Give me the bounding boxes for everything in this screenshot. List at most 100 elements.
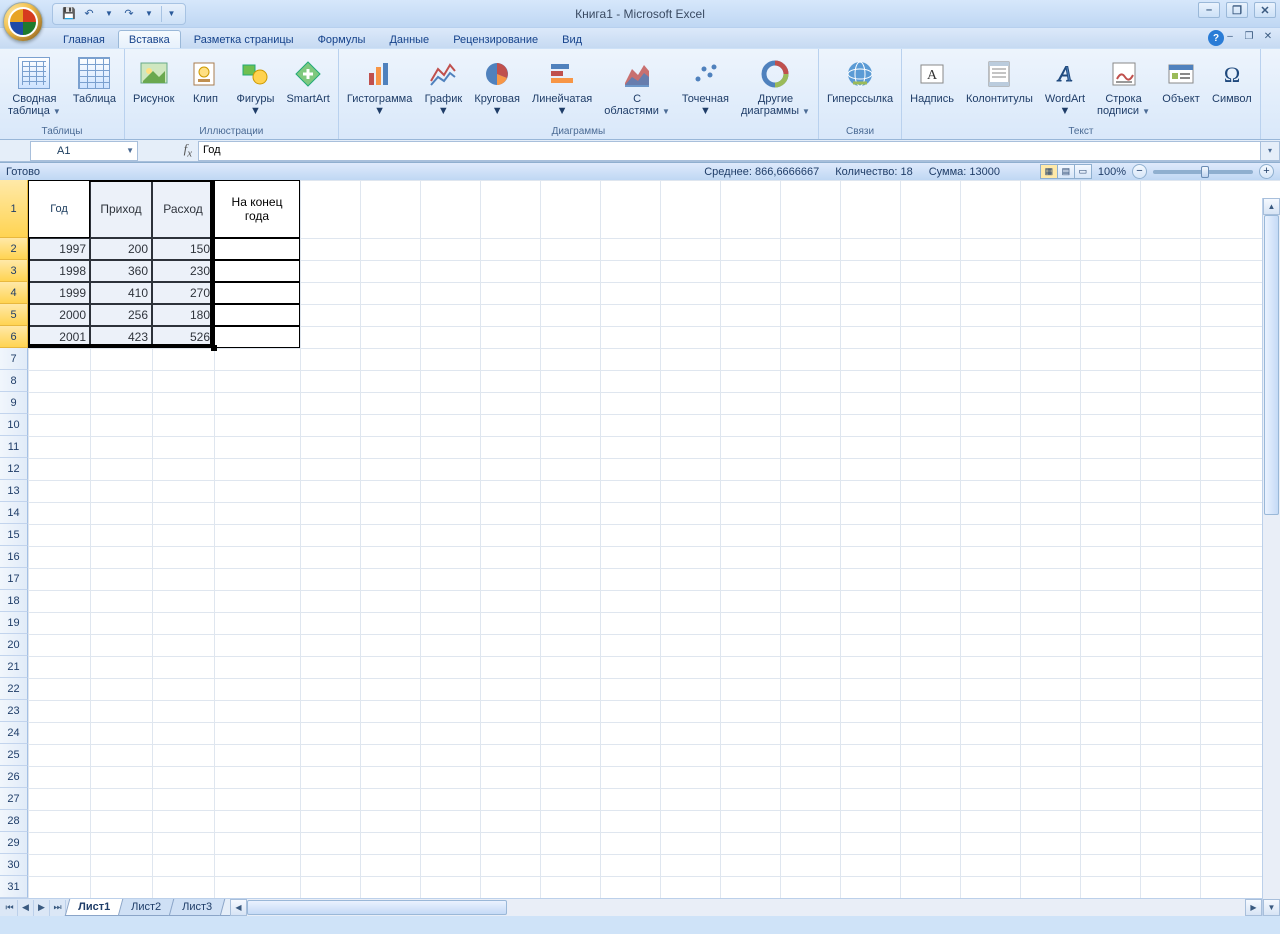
row-header-13[interactable]: 13: [0, 480, 28, 502]
cell-D5[interactable]: [214, 304, 300, 326]
ribbon-tab-вид[interactable]: Вид: [551, 30, 593, 48]
picture-button[interactable]: Рисунок: [128, 54, 180, 109]
symbol-button[interactable]: Ω Символ: [1207, 54, 1257, 109]
name-box[interactable]: A1 ▼: [30, 141, 138, 161]
row-header-7[interactable]: 7: [0, 348, 28, 370]
ribbon-tab-данные[interactable]: Данные: [378, 30, 440, 48]
row-header-25[interactable]: 25: [0, 744, 28, 766]
cell-A5[interactable]: 2000: [28, 304, 90, 326]
scroll-left-button[interactable]: ◀: [230, 899, 247, 916]
zoom-out-button[interactable]: −: [1132, 164, 1147, 179]
redo-drop[interactable]: ▼: [141, 6, 157, 22]
row-header-30[interactable]: 30: [0, 854, 28, 876]
row-header-29[interactable]: 29: [0, 832, 28, 854]
fill-handle[interactable]: [211, 345, 217, 351]
textbox-button[interactable]: A Надпись: [905, 54, 959, 109]
cell-D3[interactable]: [214, 260, 300, 282]
chart-area-button[interactable]: Собластями ▼: [599, 54, 675, 121]
view-page-break-button[interactable]: ▭: [1074, 164, 1092, 179]
row-header-19[interactable]: 19: [0, 612, 28, 634]
smartart-button[interactable]: SmartArt: [281, 54, 334, 109]
undo-drop[interactable]: ▼: [101, 6, 117, 22]
wordart-button[interactable]: A WordArt▼: [1040, 54, 1090, 121]
close-button[interactable]: ✕: [1254, 2, 1276, 18]
cell-B5[interactable]: 256: [90, 304, 152, 326]
chart-column-button[interactable]: Гистограмма▼: [342, 54, 418, 121]
sheet-nav-prev[interactable]: ◀: [18, 900, 34, 916]
row-header-24[interactable]: 24: [0, 722, 28, 744]
cell-C4[interactable]: 270: [152, 282, 214, 304]
formula-bar-expand[interactable]: ▾: [1260, 141, 1280, 161]
row-header-6[interactable]: 6: [0, 326, 28, 348]
sheet-tab-лист2[interactable]: Лист2: [118, 899, 175, 916]
cell-D4[interactable]: [214, 282, 300, 304]
sheet-tab-лист1[interactable]: Лист1: [65, 899, 124, 916]
sheet-tab-лист3[interactable]: Лист3: [169, 899, 226, 916]
scroll-up-button[interactable]: ▲: [1263, 198, 1280, 215]
cell-C6[interactable]: 526: [152, 326, 214, 348]
cell-B6[interactable]: 423: [90, 326, 152, 348]
active-cell[interactable]: Год: [28, 180, 90, 238]
office-button[interactable]: [3, 2, 43, 42]
row-header-22[interactable]: 22: [0, 678, 28, 700]
undo-icon[interactable]: ↶: [81, 6, 97, 22]
cell-B4[interactable]: 410: [90, 282, 152, 304]
zoom-slider-thumb[interactable]: [1201, 166, 1209, 178]
row-header-12[interactable]: 12: [0, 458, 28, 480]
row-header-15[interactable]: 15: [0, 524, 28, 546]
doc-minimize-button[interactable]: –: [1222, 29, 1238, 43]
pivot-table-button[interactable]: Своднаятаблица ▼: [3, 54, 66, 121]
scroll-down-button[interactable]: ▼: [1263, 899, 1280, 916]
cell-D6[interactable]: [214, 326, 300, 348]
sigline-button[interactable]: Строкаподписи ▼: [1092, 54, 1155, 121]
scroll-right-button[interactable]: ▶: [1245, 899, 1262, 916]
row-header-20[interactable]: 20: [0, 634, 28, 656]
cell-A6[interactable]: 2001: [28, 326, 90, 348]
row-header-18[interactable]: 18: [0, 590, 28, 612]
clip-button[interactable]: Клип: [181, 54, 229, 109]
cell-B3[interactable]: 360: [90, 260, 152, 282]
sheet-nav-last[interactable]: ⏭: [50, 900, 66, 916]
minimize-button[interactable]: –: [1198, 2, 1220, 18]
chart-line-button[interactable]: График▼: [419, 54, 467, 121]
chart-other-button[interactable]: Другиедиаграммы ▼: [736, 54, 815, 121]
ribbon-tab-разметка-страницы[interactable]: Разметка страницы: [183, 30, 305, 48]
row-header-3[interactable]: 3: [0, 260, 28, 282]
hyperlink-button[interactable]: Гиперссылка: [822, 54, 898, 109]
horizontal-scrollbar[interactable]: ◀ ▶: [230, 898, 1262, 916]
row-header-8[interactable]: 8: [0, 370, 28, 392]
qat-customize[interactable]: ▼: [161, 6, 177, 22]
cell-B2[interactable]: 200: [90, 238, 152, 260]
row-header-31[interactable]: 31: [0, 876, 28, 898]
cell-B1[interactable]: Приход: [90, 180, 152, 238]
cell-C2[interactable]: 150: [152, 238, 214, 260]
cell-A3[interactable]: 1998: [28, 260, 90, 282]
ribbon-tab-главная[interactable]: Главная: [52, 30, 116, 48]
row-header-21[interactable]: 21: [0, 656, 28, 678]
chart-pie-button[interactable]: Круговая▼: [469, 54, 525, 121]
fx-icon[interactable]: fx: [184, 141, 192, 160]
sheet-nav-next[interactable]: ▶: [34, 900, 50, 916]
cell-C5[interactable]: 180: [152, 304, 214, 326]
zoom-slider[interactable]: [1153, 170, 1253, 174]
row-header-28[interactable]: 28: [0, 810, 28, 832]
cell-A2[interactable]: 1997: [28, 238, 90, 260]
row-header-27[interactable]: 27: [0, 788, 28, 810]
row-header-26[interactable]: 26: [0, 766, 28, 788]
header-footer-button[interactable]: Колонтитулы: [961, 54, 1038, 109]
row-header-5[interactable]: 5: [0, 304, 28, 326]
save-icon[interactable]: 💾: [61, 6, 77, 22]
sheet-nav-first[interactable]: ⏮: [2, 900, 18, 916]
row-header-4[interactable]: 4: [0, 282, 28, 304]
object-button[interactable]: Объект: [1157, 54, 1205, 109]
row-header-16[interactable]: 16: [0, 546, 28, 568]
doc-close-button[interactable]: ✕: [1260, 29, 1276, 43]
chart-bar-button[interactable]: Линейчатая▼: [527, 54, 597, 121]
hscroll-thumb[interactable]: [247, 900, 507, 915]
restore-button[interactable]: ❐: [1226, 2, 1248, 18]
row-header-17[interactable]: 17: [0, 568, 28, 590]
zoom-in-button[interactable]: +: [1259, 164, 1274, 179]
chart-scatter-button[interactable]: Точечная▼: [677, 54, 734, 121]
formula-input[interactable]: Год: [198, 141, 1260, 161]
table-button[interactable]: Таблица: [68, 54, 121, 109]
